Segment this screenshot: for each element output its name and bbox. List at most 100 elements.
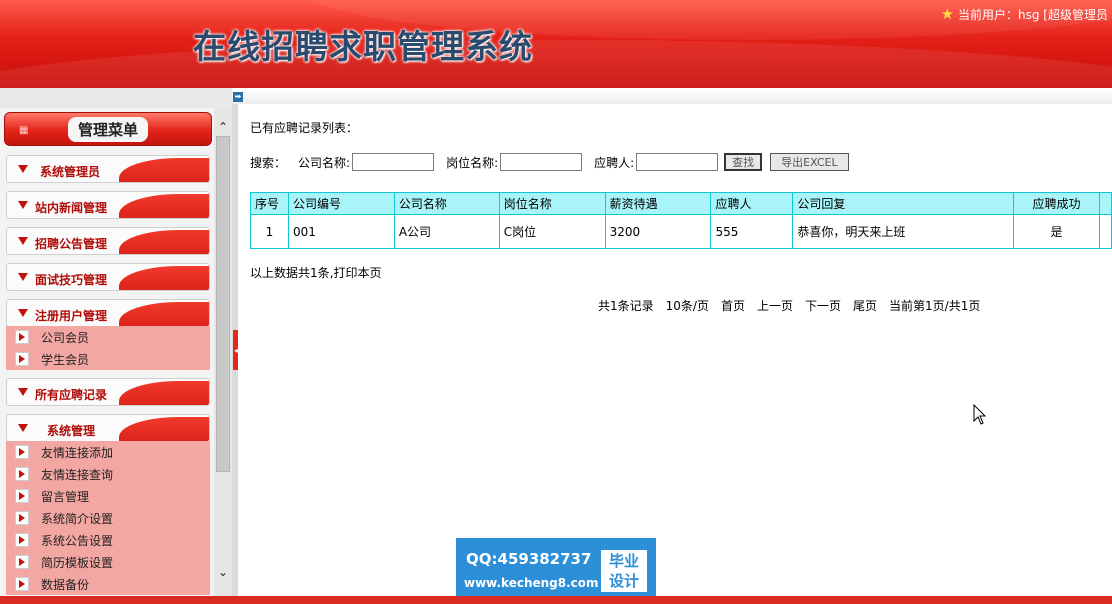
collapse-triangle-icon <box>18 201 28 209</box>
sidebar-item-label: 学生会员 <box>41 352 90 367</box>
watermark-badge: QQ:459382737 www.kecheng8.com 毕业 设计 <box>456 538 656 596</box>
sidebar-item-label: 公司会员 <box>41 330 90 345</box>
summary-text[interactable]: 以上数据共1条,打印本页 <box>250 266 381 280</box>
column-header-extra <box>1098 192 1112 215</box>
export-excel-button[interactable]: 导出EXCEL <box>770 153 849 171</box>
column-header: 公司编号 <box>287 192 395 215</box>
collapse-triangle-icon <box>18 237 28 245</box>
scrollbar-thumb[interactable] <box>216 136 230 472</box>
arrow-right-icon <box>15 555 29 569</box>
column-header: 应聘成功 <box>1013 192 1100 215</box>
sidebar-section-label: 面试技巧管理 <box>35 273 108 287</box>
company-name-input[interactable] <box>352 153 435 171</box>
pagination: 共1条记录 10条/页 首页 上一页 下一页 尾页 当前第1页/共1页 <box>598 297 980 314</box>
table-cell: 1 <box>250 214 289 249</box>
sidebar-section-applications[interactable]: 所有应聘记录 <box>6 378 210 406</box>
column-header: 岗位名称 <box>498 192 606 215</box>
sidebar-item-company-member[interactable]: 公司会员 <box>6 326 210 348</box>
pager-total: 共1条记录 <box>598 299 654 313</box>
pager-last-link[interactable]: 尾页 <box>853 297 877 314</box>
sidebar-submenu-system: 友情连接添加 友情连接查询 留言管理 系统简介设置 系统公告设置 简历模板设置 … <box>6 441 210 595</box>
search-label: 搜索： <box>250 155 287 170</box>
arrow-right-icon <box>15 577 29 591</box>
company-name-label: 公司名称: <box>298 155 351 170</box>
sidebar-section-label: 站内新闻管理 <box>35 201 108 215</box>
chevron-down-icon[interactable]: ⌄ <box>215 563 231 581</box>
arrow-right-icon <box>15 533 29 547</box>
sidebar-item-label: 系统简介设置 <box>41 511 114 526</box>
applicant-input[interactable] <box>636 153 719 171</box>
pager-next-link[interactable]: 下一页 <box>805 297 841 314</box>
pager-per-page: 10条/页 <box>665 299 709 313</box>
sidebar-item-label: 留言管理 <box>41 489 90 504</box>
sidebar-section-news[interactable]: 站内新闻管理 <box>6 191 210 219</box>
pager-first-link[interactable]: 首页 <box>721 297 745 314</box>
pager-prev-link[interactable]: 上一页 <box>757 297 793 314</box>
table-cell: 555 <box>710 214 794 249</box>
table-cell: C岗位 <box>498 214 606 249</box>
sidebar-item-data-backup[interactable]: 数据备份 <box>6 573 210 595</box>
current-user: ★ 当前用户：hsg [超级管理员 <box>941 5 1108 23</box>
column-header: 序号 <box>250 192 289 215</box>
main-content: 已有应聘记录列表： 搜索： 公司名称: 岗位名称: 应聘人: 查找 导出EXCE… <box>238 104 1112 596</box>
search-bar: 搜索： 公司名称: 岗位名称: 应聘人: 查找 导出EXCEL <box>250 153 849 171</box>
sidebar-item-label: 数据备份 <box>41 577 90 592</box>
sidebar-section-admin[interactable]: 系统管理员 <box>6 155 210 183</box>
menu-title-bar: ▦ 管理菜单 <box>4 112 212 146</box>
collapse-triangle-icon <box>18 165 28 173</box>
find-button[interactable]: 查找 <box>724 153 763 171</box>
position-name-input[interactable] <box>500 153 583 171</box>
grid-icon: ▦ <box>19 125 29 136</box>
sidebar-section-users[interactable]: 注册用户管理 <box>6 299 210 327</box>
watermark-tag: 毕业 设计 <box>601 550 647 592</box>
app-header: 在线招聘求职管理系统 ★ 当前用户：hsg [超级管理员 <box>0 0 1112 88</box>
arrow-right-icon <box>15 511 29 525</box>
sidebar-item-link-add[interactable]: 友情连接添加 <box>6 441 210 463</box>
table-header-row: 序号 公司编号 公司名称 岗位名称 薪资待遇 应聘人 公司回复 应聘成功 <box>250 192 1112 215</box>
sidebar-section-label: 注册用户管理 <box>35 309 108 323</box>
sidebar-section-label: 招聘公告管理 <box>35 237 108 251</box>
applications-table: 序号 公司编号 公司名称 岗位名称 薪资待遇 应聘人 公司回复 应聘成功 1 0… <box>250 192 1112 249</box>
sidebar-menu: ▦ 管理菜单 系统管理员 站内新闻管理 招聘公告管理 面试技巧管理 注册用户管理… <box>0 108 214 596</box>
sidebar-section-recruit-notice[interactable]: 招聘公告管理 <box>6 227 210 255</box>
table-cell-extra <box>1098 214 1112 249</box>
sidebar-section-label: 所有应聘记录 <box>35 388 108 402</box>
sidebar-item-label: 简历模板设置 <box>41 555 114 570</box>
sidebar-item-label: 系统公告设置 <box>41 533 114 548</box>
sidebar-item-student-member[interactable]: 学生会员 <box>6 348 210 370</box>
sidebar-section-system[interactable]: 系统管理 <box>6 414 210 442</box>
table-cell: A公司 <box>393 214 500 249</box>
arrow-right-icon <box>15 330 29 344</box>
sidebar-item-messages[interactable]: 留言管理 <box>6 485 210 507</box>
column-header: 薪资待遇 <box>604 192 712 215</box>
sidebar-item-intro-settings[interactable]: 系统简介设置 <box>6 507 210 529</box>
collapse-triangle-icon <box>18 388 28 396</box>
expand-arrow-icon[interactable]: ➡ <box>233 92 243 102</box>
table-cell: 3200 <box>604 214 712 249</box>
collapse-triangle-icon <box>18 424 28 432</box>
page-title: 已有应聘记录列表： <box>250 121 359 135</box>
mouse-cursor-icon <box>973 404 987 425</box>
table-cell: 是 <box>1013 214 1100 249</box>
sidebar-section-label: 系统管理 <box>47 424 96 438</box>
sidebar-item-notice-settings[interactable]: 系统公告设置 <box>6 529 210 551</box>
table-cell: 恭喜你，明天来上班 <box>792 214 1015 249</box>
sidebar-item-resume-template[interactable]: 简历模板设置 <box>6 551 210 573</box>
watermark-site: www.kecheng8.com <box>464 576 599 590</box>
pager-current: 当前第1页/共1页 <box>889 299 981 313</box>
chevron-up-icon[interactable]: ⌃ <box>215 118 231 136</box>
arrow-right-icon <box>15 445 29 459</box>
collapse-triangle-icon <box>18 309 28 317</box>
sidebar-submenu-users: 公司会员 学生会员 <box>6 326 210 370</box>
sidebar-item-link-query[interactable]: 友情连接查询 <box>6 463 210 485</box>
column-header: 公司名称 <box>393 192 500 215</box>
current-user-label: 当前用户：hsg [超级管理员 <box>958 7 1108 22</box>
sidebar-scrollbar[interactable]: ⌃ ⌄ <box>214 108 232 596</box>
arrow-right-icon <box>15 352 29 366</box>
app-title: 在线招聘求职管理系统 <box>193 27 533 66</box>
sidebar-section-interview-tips[interactable]: 面试技巧管理 <box>6 263 210 291</box>
column-header: 应聘人 <box>710 192 794 215</box>
arrow-right-icon <box>15 467 29 481</box>
sidebar-item-label: 友情连接添加 <box>41 445 114 460</box>
table-row: 1 001 A公司 C岗位 3200 555 恭喜你，明天来上班 是 <box>250 214 1112 249</box>
